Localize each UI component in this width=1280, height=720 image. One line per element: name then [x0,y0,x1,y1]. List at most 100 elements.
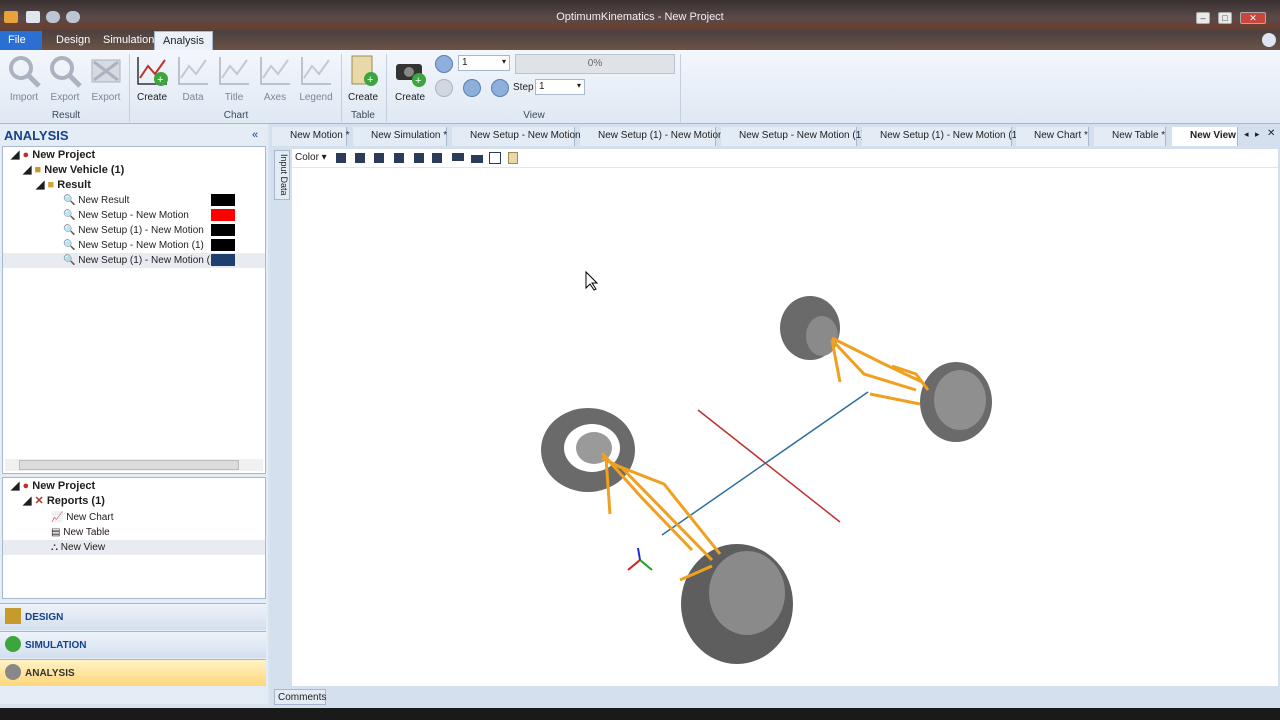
view-iso-icon[interactable] [414,153,424,163]
title-bar: OptimumKinematics - New Project – □ ✕ [0,0,1280,30]
doc-tab[interactable]: New Setup - New Motion [452,127,581,146]
tree-node-project[interactable]: ◢ ● New Project [11,479,95,494]
view-cube-icon[interactable] [336,153,346,163]
doc-tab[interactable]: New Motion * [272,127,349,146]
tab-design[interactable]: Design [48,31,98,50]
export-image-button[interactable]: Export [86,54,126,103]
chart-axes-button[interactable]: Axes [255,54,295,103]
expand-icon[interactable]: ◢ [23,495,31,507]
svg-text:+: + [367,74,373,86]
tab-scroll-right-icon[interactable]: ▸ [1255,129,1260,140]
project-icon: ● [22,480,30,492]
expand-icon[interactable]: ◢ [36,179,44,191]
step-select[interactable]: 1 ▾ [535,79,585,95]
view-side-icon[interactable] [374,153,384,163]
scroll-thumb[interactable] [19,460,239,470]
tree-node-chart[interactable]: 📈 New Chart [51,510,113,525]
tree-node-result-item[interactable]: 🔍 New Result [63,193,129,208]
tree-node-table[interactable]: ▤ New Table [51,525,110,540]
doc-tab[interactable]: New Setup - New Motion (1) [721,127,865,146]
tree-node-result-item[interactable]: 🔍 New Setup - New Motion (1) [63,238,204,253]
pause-button[interactable] [463,79,481,97]
3d-view[interactable] [292,168,1278,686]
close-button[interactable]: ✕ [1240,12,1266,24]
tab-scroll-left-icon[interactable]: ◂ [1244,129,1249,140]
tree-node-project[interactable]: ◢ ● New Project [11,148,95,163]
doc-tab[interactable]: New Setup (1) - New Motion (1) [862,127,1021,146]
tab-analysis[interactable]: Analysis [154,31,213,50]
collapse-panel-button[interactable]: « [252,129,258,141]
view-iso2-icon[interactable] [432,153,442,163]
expand-icon[interactable]: ◢ [23,164,31,176]
maximize-button[interactable]: □ [1218,12,1232,24]
horizontal-scrollbar[interactable] [5,459,263,471]
tab-file[interactable]: File [0,31,42,50]
color-picker[interactable] [211,209,235,221]
tree-node-vehicle[interactable]: ◢ ■ New Vehicle (1) [23,163,124,178]
color-picker[interactable] [211,254,235,266]
axis-gizmo [627,547,653,571]
magnifier-import-icon [7,54,41,88]
table-group-label: Table [351,110,375,121]
minimize-button[interactable]: – [1196,12,1210,24]
chart-data-button[interactable]: Data [173,54,213,103]
view-front-icon[interactable] [355,153,365,163]
view-top-icon[interactable] [394,153,404,163]
color-dropdown[interactable]: Color ▾ [295,152,327,163]
tree-node-reports[interactable]: ◢ ✕ Reports (1) [23,494,105,509]
separator [386,54,387,122]
expand-icon[interactable]: ◢ [11,149,19,161]
close-tab-icon[interactable]: ✕ [1267,128,1275,139]
chart-create-icon: + [135,54,169,88]
view-icon: ⛬ [51,542,58,553]
chart-title-button[interactable]: Title [214,54,254,103]
view-plane2-icon[interactable] [471,155,483,163]
doc-tab[interactable]: New Table * [1094,127,1166,146]
grid-icon[interactable] [489,152,501,164]
tab-simulation[interactable]: Simulation [95,31,162,50]
nav-simulation[interactable]: SIMULATION [0,631,266,658]
tree-node-view[interactable]: ⛬ New View [3,540,265,555]
doc-tab[interactable]: New Chart * [1016,127,1089,146]
camera-create-icon: + [393,54,427,88]
simulation-nav-icon [5,636,21,652]
color-picker[interactable] [211,224,235,236]
clipboard-icon[interactable] [508,152,518,164]
doc-tab-active[interactable]: New View [1172,127,1238,146]
ribbon: Import Export Export Result + Create Data… [0,50,1280,124]
stop-button[interactable] [435,79,453,97]
next-button[interactable] [491,79,509,97]
magnifier-icon: 🔍 [63,225,76,236]
color-picker[interactable] [211,239,235,251]
chart-legend-icon [299,54,333,88]
tree-node-result[interactable]: ◢ ■ Result [36,178,91,193]
input-data-tab[interactable]: Input Data [274,150,290,200]
create-table-button[interactable]: + Create [343,54,383,103]
chart-legend-button[interactable]: Legend [296,54,336,103]
play-button[interactable] [435,55,453,73]
design-nav-icon [5,608,21,624]
expand-icon[interactable]: ◢ [11,480,19,492]
doc-tab[interactable]: New Setup (1) - New Motion [580,127,724,146]
import-button[interactable]: Import [4,54,44,103]
nav-design[interactable]: DESIGN [0,603,266,630]
magnifier-export-icon [48,54,82,88]
analysis-nav-icon [5,664,21,680]
magnifier-icon: 🔍 [63,240,76,251]
nav-analysis[interactable]: ANALYSIS [0,659,266,686]
wheel-face [709,551,785,635]
chart-title-icon [217,54,251,88]
tree-node-result-item[interactable]: 🔍 New Setup (1) - New Motion [63,223,204,238]
mouse-cursor-icon [585,270,599,291]
frame-select[interactable]: 1 ▾ [458,55,510,71]
color-picker[interactable] [211,194,235,206]
view-plane-icon[interactable] [452,153,464,161]
tree-node-result-item[interactable]: 🔍 New Setup - New Motion [63,208,189,223]
comments-tab[interactable]: Comments [274,689,326,705]
project-icon: ● [22,149,30,161]
create-chart-button[interactable]: + Create [132,54,172,103]
create-view-button[interactable]: + Create [390,54,430,103]
help-icon[interactable] [1262,33,1276,47]
doc-tab[interactable]: New Simulation * [353,127,447,146]
export-button[interactable]: Export [45,54,85,103]
